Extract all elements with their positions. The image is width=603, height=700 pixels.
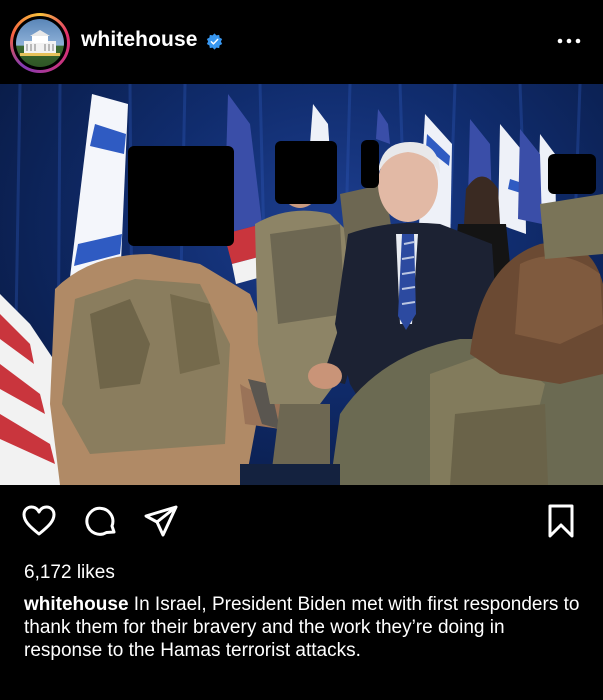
verified-icon xyxy=(206,33,223,50)
action-bar xyxy=(0,497,603,547)
more-options-icon[interactable] xyxy=(554,28,584,48)
comment-icon[interactable] xyxy=(83,503,119,539)
share-icon[interactable] xyxy=(143,503,179,539)
bookmark-icon[interactable] xyxy=(543,503,579,539)
likes-count[interactable]: 6,172 likes xyxy=(24,562,115,584)
white-house-logo xyxy=(16,19,64,67)
redaction-box xyxy=(361,140,379,188)
caption: whitehouse In Israel, President Biden me… xyxy=(24,593,584,662)
heart-icon[interactable] xyxy=(21,503,57,539)
username[interactable]: whitehouse xyxy=(81,28,198,52)
redaction-box xyxy=(275,141,337,204)
profile-avatar[interactable] xyxy=(10,13,70,73)
post-header: whitehouse xyxy=(0,0,603,84)
post-photo[interactable] xyxy=(0,84,603,485)
redaction-box xyxy=(128,146,234,246)
caption-username[interactable]: whitehouse xyxy=(24,594,129,615)
redaction-box xyxy=(548,154,596,194)
